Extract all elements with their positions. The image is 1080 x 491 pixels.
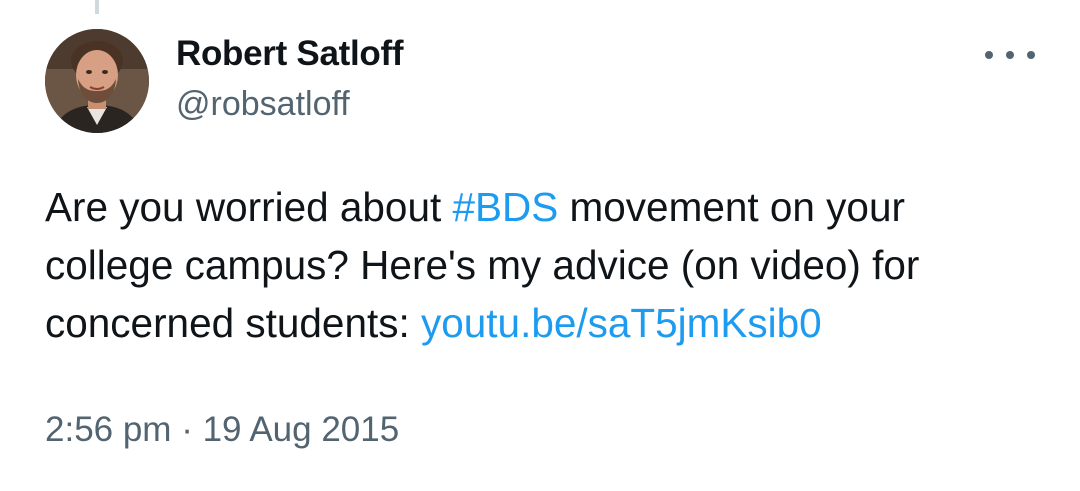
tweet-text-segment: Are you worried about xyxy=(45,184,453,230)
profile-photo-icon xyxy=(45,29,149,133)
thread-connector-line xyxy=(95,0,99,14)
hashtag-link[interactable]: #BDS xyxy=(452,184,558,230)
tweet-time[interactable]: 2:56 pm xyxy=(45,410,171,449)
avatar[interactable] xyxy=(45,29,149,133)
tweet-timestamp: 2:56 pm · 19 Aug 2015 xyxy=(45,408,399,452)
author-handle[interactable]: @robsatloff xyxy=(176,82,403,126)
author-info: Robert Satloff @robsatloff xyxy=(176,32,403,126)
tweet-line: concerned students: youtu.be/saT5jmKsib0 xyxy=(45,294,1055,352)
tweet-line: college campus? Here's my advice (on vid… xyxy=(45,236,1055,294)
more-horizontal-icon xyxy=(1006,51,1014,59)
url-link[interactable]: youtu.be/saT5jmKsib0 xyxy=(421,300,822,346)
more-options-button[interactable] xyxy=(985,40,1035,70)
more-horizontal-icon xyxy=(1027,51,1035,59)
tweet-line: Are you worried about #BDS movement on y… xyxy=(45,178,1055,236)
tweet-text-segment: concerned students: xyxy=(45,300,421,346)
tweet-text-segment: college campus? Here's my advice (on vid… xyxy=(45,242,920,288)
tweet-text: Are you worried about #BDS movement on y… xyxy=(45,178,1055,352)
timestamp-separator: · xyxy=(181,410,193,449)
author-display-name[interactable]: Robert Satloff xyxy=(176,32,403,76)
more-horizontal-icon xyxy=(985,51,993,59)
tweet-text-segment: movement on your xyxy=(558,184,905,230)
tweet-date[interactable]: 19 Aug 2015 xyxy=(203,410,400,449)
